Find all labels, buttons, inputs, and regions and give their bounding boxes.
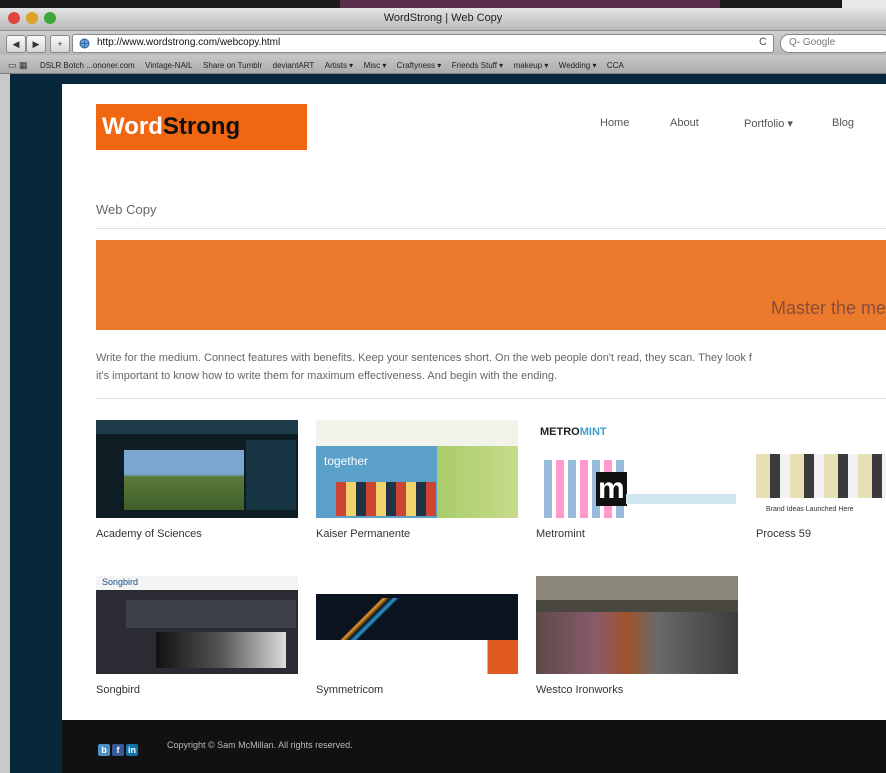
nav-portfolio[interactable]: Portfolio ▾ [744, 117, 793, 130]
portfolio-item-symmetricom[interactable]: Symmetricom [316, 576, 518, 696]
portfolio-caption[interactable]: Songbird [96, 684, 298, 696]
portfolio-item-academy[interactable]: Academy of Sciences [96, 420, 298, 540]
thumbnail-text: Brand Ideas Launched Here [766, 506, 854, 513]
intro-text: Write for the medium. Connect features w… [96, 349, 886, 385]
portfolio-item-songbird[interactable]: Songbird Songbird [96, 576, 298, 696]
bookmark-item[interactable]: Share on Tumblr [203, 61, 262, 70]
bookmark-item[interactable]: Craftyness ▾ [397, 61, 441, 70]
window-edge [0, 74, 10, 773]
divider [96, 398, 886, 399]
portfolio-item-metromint[interactable]: METROMINT m Metromint [536, 420, 738, 540]
intro-line: Write for the medium. Connect features w… [96, 352, 752, 364]
bookmark-item[interactable]: Wedding ▾ [559, 61, 597, 70]
browser-viewport: WordStrong Home About Portfolio ▾ Blog W… [0, 74, 886, 773]
search-field[interactable]: Q- Google [780, 34, 886, 53]
banner-text: Master the me [770, 298, 886, 318]
thumbnail-text: m [596, 472, 627, 506]
portfolio-item-process59[interactable]: Brand Ideas Launched Here Process 59 [756, 420, 886, 540]
bookmark-item[interactable]: CCA [607, 61, 624, 70]
hero-banner: Master the me [96, 240, 886, 330]
copyright-text: Copyright © Sam McMillan. All rights res… [167, 740, 353, 750]
facebook-icon[interactable]: f [112, 744, 124, 756]
url-text: http://www.wordstrong.com/webcopy.html [97, 37, 281, 48]
window-titlebar: WordStrong | Web Copy [0, 8, 886, 31]
site-footer: b f in Copyright © Sam McMillan. All right… [62, 720, 886, 773]
bookmark-item[interactable]: Artists ▾ [325, 61, 353, 70]
reading-list-icon[interactable]: ▭ ▦ [8, 60, 28, 71]
desktop-strip [0, 0, 886, 8]
portfolio-thumbnail[interactable]: METROMINT m [536, 420, 738, 518]
thumbnail-text: together [324, 454, 369, 468]
portfolio-thumbnail[interactable] [96, 420, 298, 518]
forward-button[interactable]: ▶ [26, 35, 46, 53]
blogger-icon[interactable]: b [98, 744, 110, 756]
portfolio-caption[interactable]: Kaiser Permanente [316, 528, 518, 540]
window-title: WordStrong | Web Copy [383, 12, 503, 24]
portfolio-thumbnail[interactable]: Songbird [96, 576, 298, 674]
thumbnail-logo-text: METROMINT [540, 426, 607, 438]
bookmark-item[interactable]: makeup ▾ [514, 61, 549, 70]
nav-home[interactable]: Home [600, 117, 629, 129]
bookmark-item[interactable]: Vintage-NAIL [145, 61, 192, 70]
globe-icon [79, 38, 90, 49]
social-icons: b f in [98, 740, 140, 758]
web-page: WordStrong Home About Portfolio ▾ Blog W… [62, 84, 886, 720]
reload-icon[interactable]: C [759, 36, 767, 48]
search-placeholder: Q- Google [789, 37, 836, 48]
nav-blog[interactable]: Blog [832, 117, 854, 129]
page-title: Web Copy [96, 202, 157, 217]
linkedin-icon[interactable]: in [126, 744, 138, 756]
site-logo[interactable]: WordStrong [96, 104, 307, 150]
portfolio-caption[interactable]: Metromint [536, 528, 738, 540]
address-bar[interactable]: http://www.wordstrong.com/webcopy.html C [72, 34, 774, 53]
bookmarks-bar: ▭ ▦ DSLR Botch ...ononer.com Vintage-NAI… [0, 55, 886, 74]
portfolio-thumbnail[interactable] [536, 576, 738, 674]
browser-toolbar: ◀ ▶ + http://www.wordstrong.com/webcopy.… [0, 31, 886, 55]
portfolio-caption[interactable]: Westco Ironworks [536, 684, 738, 696]
portfolio-item-kaiser[interactable]: together Kaiser Permanente [316, 420, 518, 540]
intro-line: it's important to know how to write them… [96, 370, 558, 382]
add-bookmark-button[interactable]: + [50, 35, 70, 53]
bookmark-item[interactable]: DSLR Botch ...ononer.com [40, 61, 135, 70]
portfolio-caption[interactable]: Symmetricom [316, 684, 518, 696]
portfolio-thumbnail[interactable]: together [316, 420, 518, 518]
portfolio-item-westco[interactable]: Westco Ironworks [536, 576, 738, 696]
portfolio-thumbnail[interactable] [316, 576, 518, 674]
nav-about[interactable]: About [670, 117, 699, 129]
bookmark-item[interactable]: deviantART [273, 61, 315, 70]
portfolio-thumbnail[interactable]: Brand Ideas Launched Here [756, 420, 886, 518]
bookmark-item[interactable]: Friends Stuff ▾ [452, 61, 503, 70]
portfolio-caption[interactable]: Process 59 [756, 528, 886, 540]
thumbnail-text: Songbird [102, 577, 139, 587]
bookmark-item[interactable]: Misc ▾ [364, 61, 387, 70]
back-button[interactable]: ◀ [6, 35, 26, 53]
portfolio-caption[interactable]: Academy of Sciences [96, 528, 298, 540]
divider [96, 228, 886, 229]
